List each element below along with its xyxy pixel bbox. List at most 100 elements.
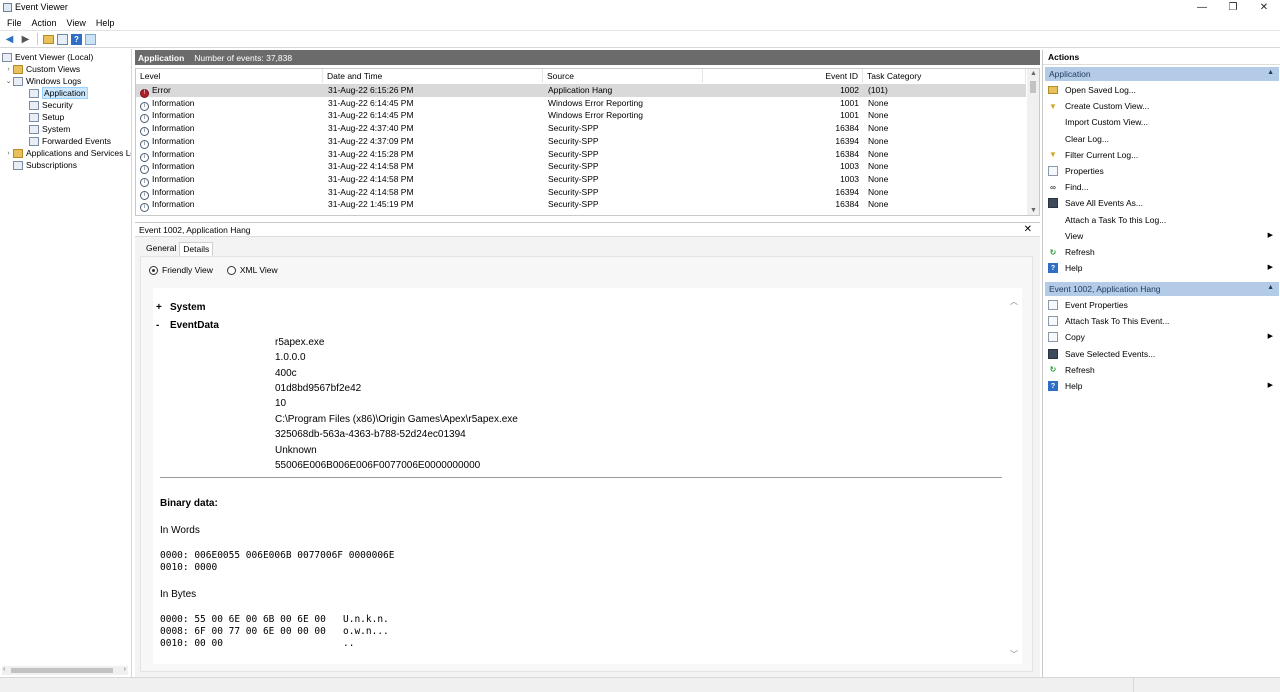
- tab-general[interactable]: General: [143, 242, 179, 256]
- action-copy[interactable]: Copy ▶: [1045, 330, 1279, 344]
- action-refresh[interactable]: ↻ Refresh: [1045, 245, 1279, 259]
- close-icon[interactable]: ✕: [1024, 224, 1032, 235]
- collapse-toggle[interactable]: -: [156, 320, 170, 331]
- action-import-custom-view[interactable]: Import Custom View...: [1045, 115, 1279, 129]
- save-icon: [1048, 348, 1058, 359]
- table-row[interactable]: i Information 31-Aug-22 6:14:45 PM Windows …: [136, 109, 1026, 124]
- help-icon[interactable]: ?: [71, 33, 82, 45]
- scroll-right-icon[interactable]: ›: [124, 666, 126, 673]
- in-words-dump: 0000: 006E0055 006E006B 0077006F 0000006…: [160, 550, 395, 573]
- tree-subscriptions[interactable]: Subscriptions: [13, 159, 77, 171]
- title-bar: Event Viewer — ❐ ✕: [0, 0, 1280, 15]
- menu-action[interactable]: Action: [27, 18, 62, 28]
- action-open-saved-log[interactable]: Open Saved Log...: [1045, 83, 1279, 97]
- tab-details[interactable]: Details: [179, 242, 214, 256]
- tree-horizontal-scrollbar[interactable]: ‹ ›: [2, 666, 128, 675]
- action-event-properties[interactable]: Event Properties: [1045, 298, 1279, 312]
- table-row[interactable]: i Information 31-Aug-22 4:14:58 PM Security…: [136, 186, 1026, 200]
- xml-view-radio[interactable]: XML View: [226, 265, 278, 275]
- events-vertical-scrollbar[interactable]: ▲ ▼: [1027, 69, 1039, 215]
- in-bytes-dump: 0000: 55 00 6E 00 6B 00 6E 00 U.n.k.n. 0…: [160, 614, 389, 649]
- collapse-caret-icon[interactable]: ▲: [1267, 284, 1274, 291]
- scroll-thumb[interactable]: [11, 668, 113, 673]
- action-properties[interactable]: Properties: [1045, 164, 1279, 178]
- column-date-time[interactable]: Date and Time: [323, 69, 543, 83]
- action-attach-task-to-this-event[interactable]: Attach Task To This Event...: [1045, 314, 1279, 328]
- action-filter-current-log[interactable]: ▼ Filter Current Log...: [1045, 148, 1279, 162]
- action-view[interactable]: View ▶: [1045, 229, 1279, 243]
- tree-log-system[interactable]: System: [29, 123, 70, 135]
- show-hide-console-tree-icon[interactable]: [57, 33, 68, 45]
- chevron-down-icon[interactable]: ⌄: [4, 77, 13, 85]
- chevron-right-icon[interactable]: ›: [4, 150, 13, 157]
- menu-file[interactable]: File: [2, 18, 27, 28]
- tree-app-services-logs[interactable]: › Applications and Services Lo: [4, 147, 131, 159]
- action-help[interactable]: ? Help ▶: [1045, 379, 1279, 393]
- table-row[interactable]: i Information 31-Aug-22 1:45:19 PM Security…: [136, 198, 1026, 213]
- back-arrow-icon[interactable]: ◀: [3, 33, 16, 46]
- action-create-custom-view[interactable]: ▼ Create Custom View...: [1045, 99, 1279, 113]
- level-text: Information: [152, 123, 195, 134]
- scroll-left-icon[interactable]: ‹: [3, 666, 5, 673]
- restore-button[interactable]: ❐: [1217, 0, 1249, 15]
- friendly-view-content: + System - EventData r5apex.exe 1.0.0.0 40…: [153, 288, 1022, 664]
- table-row[interactable]: i Information 31-Aug-22 4:14:58 PM Security…: [136, 160, 1026, 175]
- close-window-button[interactable]: ✕: [1248, 0, 1280, 15]
- minimize-button[interactable]: —: [1186, 0, 1218, 15]
- properties-icon: [1048, 300, 1058, 310]
- tree-root[interactable]: Event Viewer (Local): [2, 51, 93, 63]
- action-help[interactable]: ? Help ▶: [1045, 261, 1279, 275]
- action-save-all-events-as[interactable]: Save All Events As...: [1045, 196, 1279, 210]
- action-clear-log[interactable]: Clear Log...: [1045, 132, 1279, 146]
- task-category-text: None: [868, 148, 889, 159]
- system-section[interactable]: + System: [156, 302, 206, 313]
- table-row[interactable]: ! Error 31-Aug-22 6:15:26 PM Application Ha…: [136, 84, 1026, 98]
- scroll-up-icon[interactable]: ︿: [1010, 296, 1018, 307]
- tree-windows-logs[interactable]: ⌄ Windows Logs: [4, 75, 82, 87]
- column-task-category[interactable]: Task Category: [863, 69, 1026, 83]
- column-level[interactable]: Level: [136, 69, 323, 83]
- eventdata-value: 01d8bd9567bf2e42: [275, 383, 362, 394]
- radio-checked-icon: [149, 265, 158, 275]
- scroll-thumb[interactable]: [1030, 81, 1036, 93]
- eventdata-section[interactable]: - EventData: [156, 320, 219, 331]
- tree-log-application[interactable]: Application: [29, 87, 88, 99]
- tree-custom-views[interactable]: › Custom Views: [4, 63, 80, 75]
- chevron-right-icon[interactable]: ›: [4, 66, 13, 73]
- column-source[interactable]: Source: [543, 69, 703, 83]
- friendly-view-radio[interactable]: Friendly View: [149, 265, 213, 275]
- action-save-selected-events[interactable]: Save Selected Events...: [1045, 347, 1279, 361]
- scroll-down-icon[interactable]: ▼: [1030, 207, 1037, 214]
- table-row[interactable]: i Information 31-Aug-22 4:37:40 PM Security…: [136, 122, 1026, 137]
- collapse-caret-icon[interactable]: ▲: [1267, 69, 1274, 76]
- console-tree: Event Viewer (Local) › Custom Views ⌄ Wi…: [0, 49, 132, 677]
- source-text: Windows Error Reporting: [548, 110, 643, 121]
- table-row[interactable]: i Information 31-Aug-22 4:14:58 PM Security…: [136, 173, 1026, 187]
- table-row[interactable]: i Information 31-Aug-22 4:15:28 PM Security…: [136, 148, 1026, 162]
- actions-group-application[interactable]: Application ▲: [1045, 67, 1279, 81]
- actions-group-event[interactable]: Event 1002, Application Hang ▲: [1045, 282, 1279, 296]
- expand-toggle[interactable]: +: [156, 302, 170, 313]
- tree-log-security[interactable]: Security: [29, 99, 73, 111]
- action-refresh[interactable]: ↻ Refresh: [1045, 363, 1279, 377]
- eventdata-value: r5apex.exe: [275, 337, 325, 348]
- tree-log-setup[interactable]: Setup: [29, 111, 64, 123]
- menu-help[interactable]: Help: [91, 18, 120, 28]
- source-text: Security-SPP: [548, 173, 599, 184]
- window-title: Event Viewer: [15, 2, 68, 12]
- column-event-id[interactable]: Event ID: [703, 69, 863, 83]
- action-find[interactable]: ∞ Find...: [1045, 180, 1279, 194]
- action-attach-a-task-to-this-log[interactable]: Attach a Task To this Log...: [1045, 213, 1279, 227]
- up-folder-icon[interactable]: [43, 34, 54, 44]
- tree-log-forwarded-events[interactable]: Forwarded Events: [29, 135, 111, 147]
- submenu-arrow-icon: ▶: [1267, 264, 1273, 272]
- scroll-down-icon[interactable]: ﹀: [1010, 649, 1018, 660]
- events-table: Level Date and Time Source Event ID Task…: [135, 68, 1040, 216]
- show-hide-action-pane-icon[interactable]: [85, 33, 96, 45]
- table-row[interactable]: i Information 31-Aug-22 6:14:45 PM Windows …: [136, 97, 1026, 111]
- menu-view[interactable]: View: [62, 18, 91, 28]
- copy-icon: [1048, 332, 1058, 343]
- forward-arrow-icon[interactable]: ▶: [19, 33, 32, 46]
- table-row[interactable]: i Information 31-Aug-22 4:37:09 PM Security…: [136, 135, 1026, 149]
- scroll-up-icon[interactable]: ▲: [1030, 70, 1037, 77]
